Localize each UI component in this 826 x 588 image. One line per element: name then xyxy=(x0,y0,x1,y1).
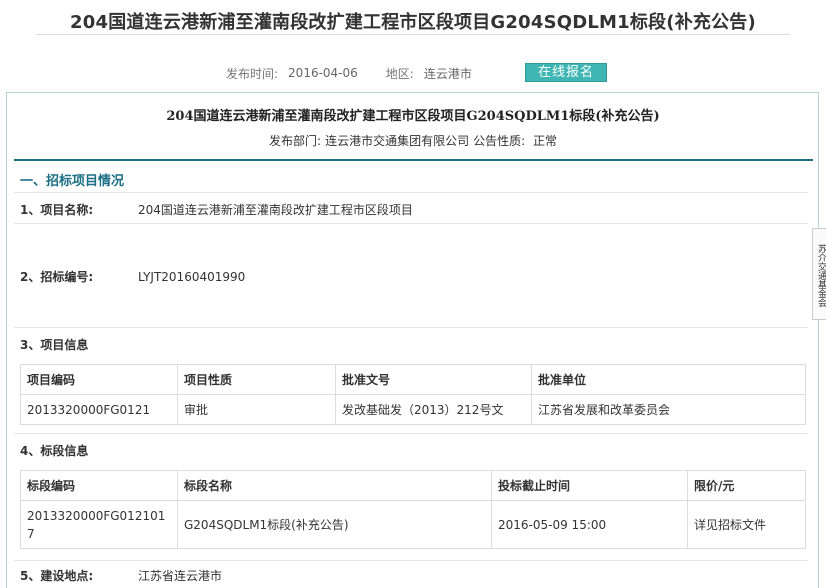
table-cell: 详见招标文件 xyxy=(687,500,806,549)
project-name-label: 1、项目名称: xyxy=(20,203,94,217)
title-divider xyxy=(36,34,790,35)
table-header-row: 标段编码 标段名称 投标截止时间 限价/元 xyxy=(20,470,806,501)
table-cell: 2016-05-09 15:00 xyxy=(491,500,688,549)
table-header-cell: 项目编码 xyxy=(20,364,178,395)
publish-meta: 发布时间: 2016-04-06 地区: 连云港市 xyxy=(226,63,472,83)
project-info-row: 3、项目信息 xyxy=(20,336,138,353)
table-cell: 2013320000FG0121 xyxy=(20,394,178,425)
publish-date: 2016-04-06 xyxy=(288,66,358,80)
page-title: 204国道连云港新浦至灌南段改扩建工程市区段项目G204SQDLM1标段(补充公… xyxy=(70,12,756,33)
divider xyxy=(14,327,808,328)
divider xyxy=(14,192,808,193)
table-row: 2013320000FG0121 审批 发改基础发（2013）212号文 江苏省… xyxy=(20,394,806,425)
location-row: 5、建设地点: 江苏省连云港市 xyxy=(20,567,222,584)
table-cell: 发改基础发（2013）212号文 xyxy=(335,394,532,425)
dept-value: 连云港市交通集团有限公司 xyxy=(325,134,470,148)
notice-subtitle: 发布部门: 连云港市交通集团有限公司 公告性质: 正常 xyxy=(0,132,826,149)
project-name-row: 1、项目名称: 204国道连云港新浦至灌南段改扩建工程市区段项目 xyxy=(20,201,413,218)
table-header-cell: 批准单位 xyxy=(531,364,806,395)
table-row: 2013320000FG012101 7 G204SQDLM1标段(补充公告) … xyxy=(20,500,806,549)
bid-number-value: LYJT20160401990 xyxy=(138,270,246,284)
table-cell: 审批 xyxy=(177,394,336,425)
table-header-cell: 限价/元 xyxy=(687,470,806,501)
divider xyxy=(14,560,808,561)
table-cell: 2013320000FG012101 7 xyxy=(20,500,178,549)
notice-divider xyxy=(14,159,813,161)
divider xyxy=(14,433,808,434)
section-info-row: 4、标段信息 xyxy=(20,442,138,459)
bid-number-row: 2、招标编号: LYJT20160401990 xyxy=(20,268,245,285)
project-info-table: 项目编码 项目性质 批准文号 批准单位 2013320000FG0121 审批 … xyxy=(20,364,806,425)
table-header-cell: 批准文号 xyxy=(335,364,532,395)
section-heading: 一、招标项目情况 xyxy=(20,174,125,189)
nature-label: 公告性质: xyxy=(473,134,526,148)
table-header-cell: 项目性质 xyxy=(177,364,336,395)
location-value: 江苏省连云港市 xyxy=(138,569,223,583)
side-floating-tab[interactable]: 苏介交通基金会 xyxy=(812,228,826,320)
nature-value: 正常 xyxy=(532,134,557,148)
section-info-label: 4、标段信息 xyxy=(20,444,89,458)
table-cell: 江苏省发展和改革委员会 xyxy=(531,394,806,425)
location-label: 5、建设地点: xyxy=(20,569,94,583)
apply-online-button[interactable]: 在线报名 xyxy=(525,63,607,82)
bid-number-label: 2、招标编号: xyxy=(20,270,94,284)
table-header-cell: 投标截止时间 xyxy=(491,470,688,501)
project-name-value: 204国道连云港新浦至灌南段改扩建工程市区段项目 xyxy=(138,203,413,217)
table-header-cell: 标段名称 xyxy=(177,470,492,501)
table-cell: G204SQDLM1标段(补充公告) xyxy=(177,500,492,549)
table-header-row: 项目编码 项目性质 批准文号 批准单位 xyxy=(20,364,806,395)
region-label: 地区: xyxy=(385,66,414,81)
region-value: 连云港市 xyxy=(423,66,472,81)
divider xyxy=(14,223,808,224)
bid-section-table: 标段编码 标段名称 投标截止时间 限价/元 2013320000FG012101… xyxy=(20,470,806,549)
notice-title: 204国道连云港新浦至灌南段改扩建工程市区段项目G204SQDLM1标段(补充公… xyxy=(166,109,660,124)
publish-date-label: 发布时间: xyxy=(226,66,279,81)
dept-label: 发布部门: xyxy=(269,134,322,148)
table-header-cell: 标段编码 xyxy=(20,470,178,501)
project-info-label: 3、项目信息 xyxy=(20,338,89,352)
